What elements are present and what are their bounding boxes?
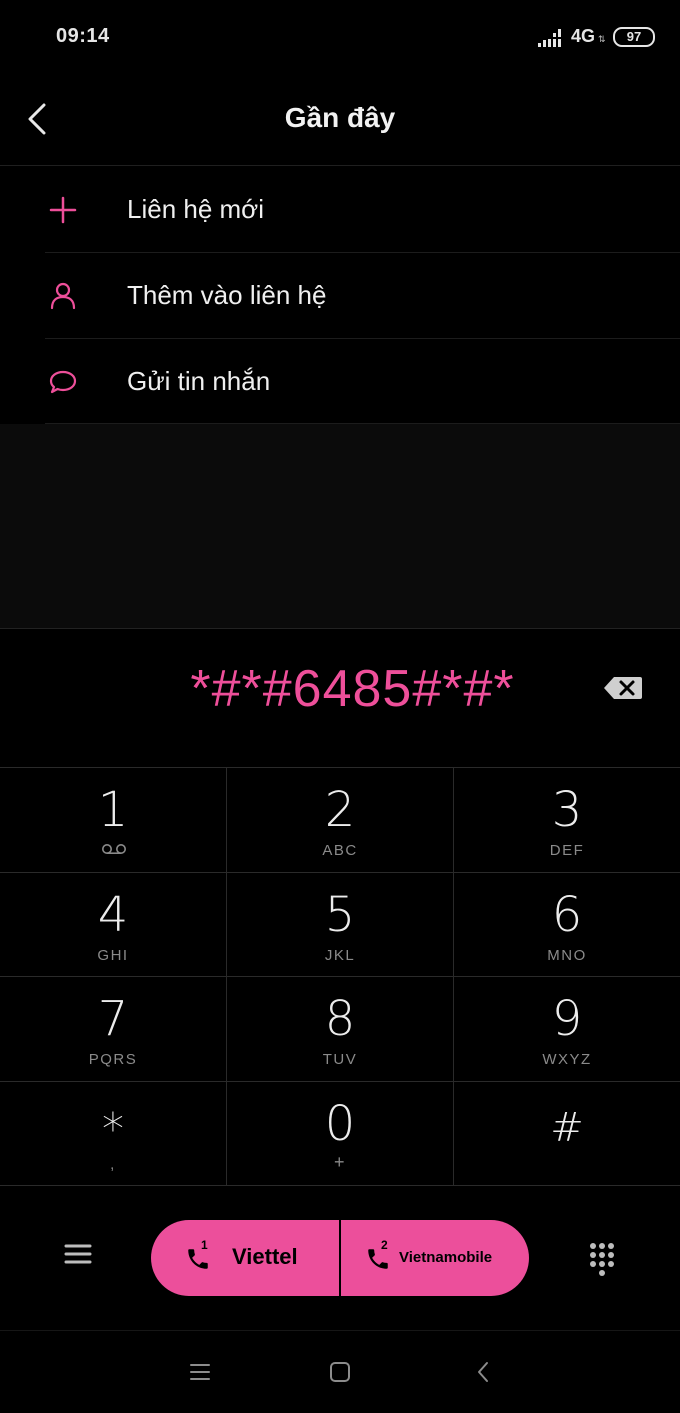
key-digit: 5	[324, 886, 356, 943]
dialed-number: *#*#6485#*#*	[190, 660, 515, 718]
network-type: 4G	[571, 26, 596, 46]
recents-list-area	[0, 424, 680, 628]
call-button-sim2[interactable]: 2 Vietnamobile	[341, 1220, 529, 1296]
key-digit: 8	[324, 991, 356, 1047]
sim-number: 2	[381, 1238, 388, 1252]
dialer-actions: 1 Viettel 2 Vietnamobile	[0, 1186, 680, 1331]
key-8[interactable]: 8 TUV	[227, 977, 454, 1082]
key-letters: GHI	[97, 946, 129, 964]
key-star[interactable]: * ,	[0, 1081, 227, 1186]
menu-item-new-contact[interactable]: Liên hệ mới	[0, 167, 680, 252]
key-letters: WXYZ	[542, 1051, 592, 1068]
key-digit: 3	[551, 782, 583, 838]
plus-icon	[49, 196, 77, 224]
key-4[interactable]: 4 GHI	[0, 872, 227, 977]
key-3[interactable]: 3 DEF	[454, 768, 680, 873]
key-digit: 9	[551, 991, 583, 1047]
key-5[interactable]: 5 JKL	[227, 872, 454, 977]
menu-item-add-to-contact[interactable]: Thêm vào liên hệ	[0, 253, 680, 338]
sim-number: 1	[201, 1238, 208, 1252]
signal-bars-icon	[538, 29, 564, 47]
menu-item-send-message[interactable]: Gửi tin nhắn	[0, 339, 680, 424]
key-digit: 0	[324, 1095, 356, 1152]
keypad: 1 2 ABC 3 DEF 4 GHI 5 JKL 6 MNO 7 PQRS 8…	[0, 767, 680, 1186]
hamburger-menu-icon[interactable]	[60, 1241, 96, 1271]
key-letters: ,	[110, 1155, 116, 1173]
status-time: 09:14	[56, 25, 110, 47]
options-menu: Liên hệ mới Thêm vào liên hệ Gửi tin nhắ…	[0, 167, 680, 424]
key-letters: +	[333, 1151, 346, 1172]
key-letters: PQRS	[88, 1051, 138, 1068]
backspace-icon[interactable]	[603, 675, 643, 701]
message-bubble-icon	[49, 370, 77, 394]
key-digit: 2	[324, 782, 356, 838]
key-letters: TUV	[322, 1051, 358, 1068]
key-letters: ABC	[322, 842, 358, 859]
system-nav-bar	[0, 1331, 680, 1413]
dialpad-icon[interactable]	[589, 1242, 615, 1276]
key-digit: 7	[97, 991, 129, 1047]
key-7[interactable]: 7 PQRS	[0, 977, 227, 1082]
key-1[interactable]: 1	[0, 768, 227, 873]
key-9[interactable]: 9 WXYZ	[454, 977, 680, 1082]
menu-lines-icon[interactable]	[187, 1359, 213, 1385]
back-triangle-icon[interactable]	[471, 1359, 497, 1385]
call-buttons: 1 Viettel 2 Vietnamobile	[151, 1220, 529, 1296]
key-letters: DEF	[549, 842, 585, 859]
key-hash[interactable]: #	[454, 1082, 680, 1186]
menu-item-label: Liên hệ mới	[127, 194, 265, 224]
key-digit: 4	[97, 886, 129, 943]
key-0[interactable]: 0 +	[227, 1081, 454, 1186]
battery-indicator: 97	[613, 27, 655, 47]
carrier-label: Vietnamobile	[399, 1249, 493, 1266]
key-digit: *	[102, 1103, 124, 1155]
menu-item-label: Thêm vào liên hệ	[127, 280, 327, 310]
key-2[interactable]: 2 ABC	[227, 768, 454, 873]
page-title: Gần đây	[284, 102, 396, 133]
header: Gần đây	[0, 75, 680, 166]
key-digit: 1	[97, 782, 129, 838]
key-letters: JKL	[324, 946, 356, 964]
person-icon	[50, 282, 76, 310]
data-activity-icon: ⇅	[598, 34, 606, 44]
call-button-sim1[interactable]: 1 Viettel	[151, 1220, 339, 1296]
key-letters: MNO	[547, 946, 587, 964]
home-square-icon[interactable]	[327, 1359, 353, 1385]
key-digit: 6	[551, 886, 583, 943]
menu-item-label: Gửi tin nhắn	[127, 366, 271, 396]
dial-display: *#*#6485#*#*	[0, 628, 680, 767]
key-digit: #	[550, 1104, 584, 1151]
key-6[interactable]: 6 MNO	[454, 873, 680, 977]
status-bar: 09:14 4G ⇅ 97	[0, 0, 680, 75]
carrier-label: Viettel	[232, 1244, 298, 1269]
voicemail-icon	[102, 844, 126, 854]
